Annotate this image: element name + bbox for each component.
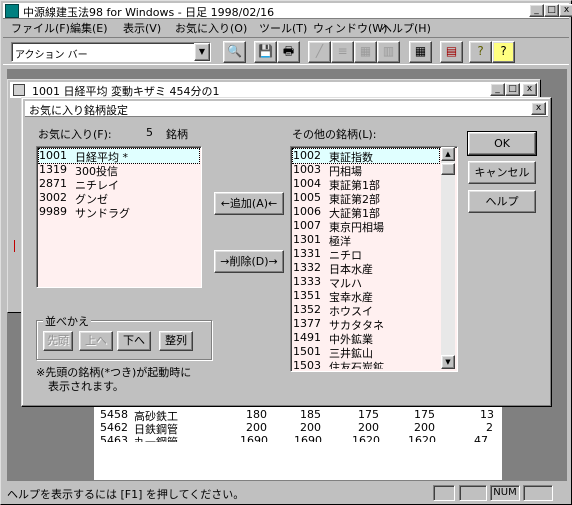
remove-button[interactable]: →削除(D)→ bbox=[214, 250, 284, 273]
wizard-icon[interactable]: 🔍 bbox=[223, 41, 246, 63]
help-button[interactable]: ヘルプ bbox=[468, 190, 536, 213]
list-item[interactable]: 1007 東京円相場 bbox=[293, 219, 439, 234]
chart-icon bbox=[13, 84, 25, 96]
sort-down-button[interactable]: 下へ bbox=[117, 331, 151, 351]
scroll-up-icon[interactable]: ▲ bbox=[441, 147, 455, 161]
context-help-icon[interactable]: ? bbox=[492, 41, 515, 63]
list-item[interactable]: 1006 大証第1部 bbox=[293, 205, 439, 220]
app-icon[interactable] bbox=[5, 4, 19, 18]
status-pane-1 bbox=[433, 485, 455, 501]
sort-group: 並べかえ 先頭 上へ 下へ 整列 bbox=[36, 313, 212, 360]
list-item[interactable]: 1003 円相場 bbox=[293, 163, 439, 178]
main-window: 中源線建玉法98 for Windows - 日足 1998/02/16 _ □… bbox=[0, 0, 572, 505]
menu-window[interactable]: ウィンドウ(W) bbox=[313, 20, 387, 36]
list-item[interactable]: 1333 マルハ bbox=[293, 275, 439, 290]
title-bar[interactable]: 中源線建玉法98 for Windows - 日足 1998/02/16 _ □… bbox=[3, 3, 572, 19]
list-item[interactable]: 1332 日本水産 bbox=[293, 261, 439, 276]
list-item[interactable]: 1491 中外鉱業 bbox=[293, 331, 439, 346]
status-message: ヘルプを表示するには [F1] を押してください。 bbox=[7, 488, 245, 501]
list-item[interactable]: 1352 ホウスイ bbox=[293, 303, 439, 318]
add-button[interactable]: ←追加(A)← bbox=[214, 192, 284, 215]
chevron-down-icon[interactable]: ▼ bbox=[194, 43, 210, 61]
others-list-scrollbar[interactable]: ▲ ▼ bbox=[441, 147, 455, 369]
sort-up-button[interactable]: 上へ bbox=[79, 331, 113, 351]
close-button[interactable]: x bbox=[559, 4, 572, 17]
save-icon[interactable]: 💾 bbox=[254, 41, 277, 63]
favorites-unit: 銘柄 bbox=[166, 128, 188, 141]
sort-align-button[interactable]: 整列 bbox=[159, 331, 193, 351]
list-item[interactable]: 9989 サンドラグ bbox=[39, 205, 199, 220]
scroll-down-icon[interactable]: ▼ bbox=[441, 355, 455, 369]
others-list[interactable]: 1002 東証指数 1003 円相場 1004 東証第1部 1005 東証第2部 100… bbox=[290, 146, 458, 372]
status-pane-4 bbox=[523, 485, 553, 501]
list-item[interactable]: 1001 日経平均 * bbox=[38, 148, 200, 164]
sort-group-label: 並べかえ bbox=[43, 313, 91, 329]
dialog-close-button[interactable]: x bbox=[531, 102, 546, 115]
favorites-label: お気に入り(F): bbox=[38, 128, 112, 141]
window-title: 中源線建玉法98 for Windows - 日足 1998/02/16 bbox=[23, 6, 275, 19]
dialog-title-bar[interactable]: お気に入り銘柄設定 x bbox=[25, 101, 548, 117]
favorites-count: 5 bbox=[146, 126, 153, 139]
menu-view[interactable]: 表示(V) bbox=[123, 20, 161, 36]
volume-chart-icon[interactable]: ▥ bbox=[377, 41, 400, 63]
list-item[interactable]: 1005 東証第2部 bbox=[293, 191, 439, 206]
help-icon[interactable]: ? bbox=[469, 41, 492, 63]
menu-favorites[interactable]: お気に入り(O) bbox=[175, 20, 247, 36]
menu-edit[interactable]: 編集(E) bbox=[70, 20, 108, 36]
dialog-title: お気に入り銘柄設定 bbox=[29, 104, 128, 117]
cancel-button[interactable]: キャンセル bbox=[468, 161, 536, 184]
child-title-bar[interactable]: 1001 日経平均 変動キザミ 454分の1 _ □ x bbox=[10, 82, 538, 98]
list-item[interactable]: 1351 宝幸水産 bbox=[293, 289, 439, 304]
list-item[interactable]: 1002 東証指数 bbox=[292, 148, 440, 164]
grid-icon[interactable]: ▦ bbox=[409, 41, 432, 63]
list-item[interactable]: 1503 住友石炭鉱 bbox=[293, 359, 439, 369]
list-item[interactable]: 1301 極洋 bbox=[293, 233, 439, 248]
table-row[interactable]: 5463 丸一鋼管 1690 1690 1620 1620 47 bbox=[94, 434, 504, 442]
menu-help[interactable]: ヘルプ(H) bbox=[381, 20, 431, 36]
num-lock-indicator: NUM bbox=[490, 485, 520, 501]
favorites-list[interactable]: 1001 日経平均 * 1319 300投信 2871 ニチレイ 3002 グンゼ 99… bbox=[36, 146, 202, 288]
list-item[interactable]: 1331 ニチロ bbox=[293, 247, 439, 262]
child-minimize-button[interactable]: _ bbox=[490, 83, 505, 96]
bar-chart-icon[interactable]: ≡ bbox=[331, 41, 354, 63]
action-bar-combo[interactable]: アクション バー ▼ bbox=[11, 42, 211, 62]
list-item[interactable]: 1004 東証第1部 bbox=[293, 177, 439, 192]
list-item[interactable]: 3002 グンゼ bbox=[39, 191, 199, 206]
note-text-line2: 表示されます。 bbox=[48, 380, 124, 393]
list-item[interactable]: 1377 サカタタネ bbox=[293, 317, 439, 332]
scroll-thumb[interactable] bbox=[441, 163, 455, 175]
child-close-button[interactable]: x bbox=[522, 83, 537, 96]
table-row[interactable]: 5458 高砂鉄工 180 185 175 175 13 bbox=[94, 408, 504, 423]
sort-top-button[interactable]: 先頭 bbox=[43, 331, 73, 351]
list-item[interactable]: 1319 300投信 bbox=[39, 163, 199, 178]
minimize-button[interactable]: _ bbox=[529, 4, 544, 17]
maximize-button[interactable]: □ bbox=[544, 4, 559, 17]
table-row[interactable]: 5462 日鉄鋼管 200 200 200 200 2 bbox=[94, 421, 504, 436]
action-bar-combo-value: アクション バー bbox=[15, 50, 88, 61]
list-item[interactable]: 2871 ニチレイ bbox=[39, 177, 199, 192]
print-icon[interactable]: 🖶 bbox=[277, 41, 300, 63]
menu-file[interactable]: ファイル(F) bbox=[11, 20, 70, 36]
child-maximize-button[interactable]: □ bbox=[505, 83, 520, 96]
calendar-icon[interactable]: ▤ bbox=[440, 41, 463, 63]
stock-list-window: 5458 高砂鉄工 180 185 175 175 13 5462 日鉄鋼管 2… bbox=[93, 399, 503, 481]
favorites-dialog: お気に入り銘柄設定 x お気に入り(F): 5 銘柄 1001 日経平均 * 13… bbox=[21, 97, 552, 407]
status-pane-2 bbox=[459, 485, 487, 501]
menu-bar: ファイル(F) 編集(E) 表示(V) お気に入り(O) ツール(T) ウィンド… bbox=[3, 19, 569, 37]
status-bar: ヘルプを表示するには [F1] を押してください。 NUM bbox=[3, 483, 569, 503]
menu-tools[interactable]: ツール(T) bbox=[259, 20, 307, 36]
table-icon[interactable]: ▦ bbox=[354, 41, 377, 63]
ok-button[interactable]: OK bbox=[467, 131, 537, 156]
list-item[interactable]: 1501 三井鉱山 bbox=[293, 345, 439, 360]
line-chart-icon[interactable]: ╱ bbox=[308, 41, 331, 63]
others-label: その他の銘柄(L): bbox=[292, 128, 377, 141]
toolbar: アクション バー ▼ 🔍 💾 🖶 ╱ ≡ ▦ ▥ ▦ ▤ ? ? bbox=[3, 37, 569, 65]
